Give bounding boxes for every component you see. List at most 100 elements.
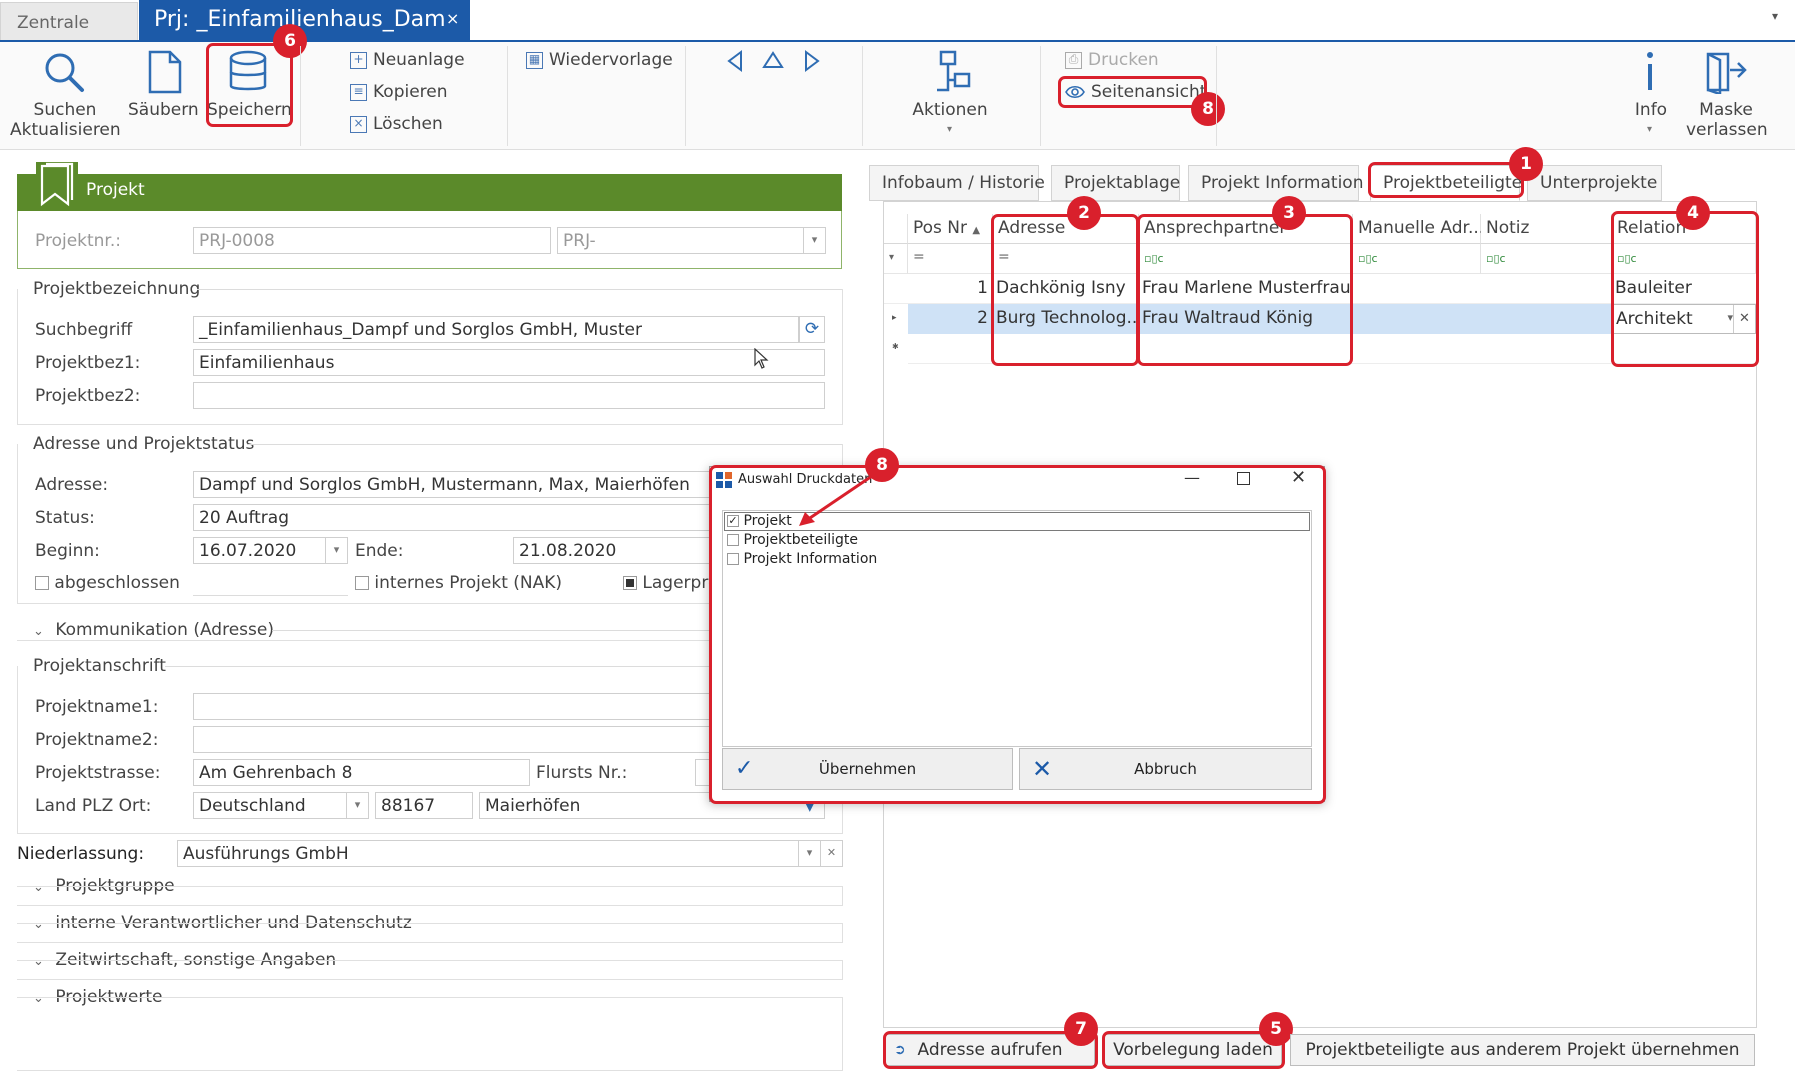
exit-mask-button[interactable]: Maske verlassen <box>1686 48 1768 144</box>
project-prefix-value: PRJ- <box>563 231 596 251</box>
completed-label: abgeschlossen <box>54 573 180 593</box>
annotation-badge-1: 1 <box>1509 147 1543 181</box>
project-name1-field[interactable] <box>193 693 713 720</box>
annotation-box-load-presets <box>1102 1031 1285 1069</box>
import-participants-button[interactable]: Projektbeteiligte aus anderem Projekt üb… <box>1290 1034 1755 1066</box>
project-name1-label: Projektname1: <box>35 697 159 717</box>
actions-button[interactable]: Aktionen ▾ <box>905 48 995 144</box>
end-date-label: Ende: <box>355 541 404 561</box>
checkbox-icon <box>355 576 369 590</box>
ribbon-separator <box>507 46 508 146</box>
zip-field[interactable]: 88167 <box>375 792 473 819</box>
ribbon-separator <box>1216 46 1217 146</box>
filter-pos[interactable]: = <box>908 244 993 274</box>
search-term-label: Suchbegriff <box>35 320 133 340</box>
start-date-label: Beginn: <box>35 541 100 561</box>
col-header-pos[interactable]: Pos Nr ▲ <box>908 214 993 244</box>
project-header-title: Projekt <box>86 180 145 200</box>
country-value: Deutschland <box>199 796 306 816</box>
print-button[interactable]: ⎙ Drucken <box>1065 50 1159 70</box>
field-underline <box>193 595 348 596</box>
project-desc2-label: Projektbez2: <box>35 386 141 406</box>
exit-mask-label-1: Maske <box>1699 100 1753 120</box>
print-label: Drucken <box>1088 50 1159 70</box>
filter-manuelle-adr[interactable]: ▫▯c <box>1353 244 1481 274</box>
col-header-notiz[interactable]: Notiz <box>1481 214 1612 244</box>
chevron-down-icon[interactable]: ▾ <box>803 228 825 253</box>
completed-checkbox[interactable]: abgeschlossen <box>35 573 180 593</box>
delete-icon: × <box>350 115 367 133</box>
checkbox-icon <box>35 576 49 590</box>
start-date-field[interactable]: 16.07.2020 ▾ <box>193 537 348 564</box>
new-button[interactable]: + Neuanlage <box>350 50 465 70</box>
status-field[interactable]: 20 Auftrag <box>193 504 713 531</box>
annotation-box-adresse <box>991 214 1139 366</box>
cell-pos: 2 <box>977 308 988 328</box>
project-name2-field[interactable] <box>193 726 713 753</box>
info-button[interactable]: Info ▾ <box>1628 48 1674 144</box>
annotation-badge-3: 3 <box>1272 196 1306 230</box>
project-street-field[interactable]: Am Gehrenbach 8 <box>193 759 530 786</box>
ribbon-separator <box>685 46 686 146</box>
search-icon <box>45 53 84 92</box>
tab-projektablage[interactable]: Projektablage <box>1051 165 1180 201</box>
search-term-field[interactable]: _Einfamilienhaus_Dampf und Sorglos GmbH,… <box>193 316 799 343</box>
end-date-field[interactable]: 21.08.2020 <box>513 537 713 564</box>
start-date-value: 16.07.2020 <box>199 541 297 561</box>
annotation-box-projektbeteiligte <box>1368 162 1524 198</box>
info-label: Info <box>1634 100 1668 120</box>
country-select[interactable]: Deutschland ▾ <box>193 792 369 819</box>
address-label: Adresse: <box>35 475 109 495</box>
chevron-down-icon[interactable]: ▾ <box>798 841 820 866</box>
actions-icon <box>937 50 971 92</box>
blank-page-icon <box>148 50 182 94</box>
search-button[interactable]: Suchen Aktualisieren <box>10 48 121 144</box>
refresh-button[interactable]: ⟳ <box>799 316 825 343</box>
annotation-box-save <box>206 43 293 127</box>
tab-projekt-information[interactable]: Projekt Information <box>1188 165 1363 201</box>
tab-infobaum[interactable]: Infobaum / Historie <box>869 165 1045 201</box>
chevron-down-icon[interactable]: ▾ <box>346 793 368 818</box>
storage-project-checkbox[interactable]: Lagerpro <box>623 573 718 593</box>
exit-icon <box>1706 52 1747 94</box>
filter-notiz[interactable]: ▫▯c <box>1481 244 1612 274</box>
copy-button[interactable]: ≡ Kopieren <box>350 82 448 102</box>
up-arrow-icon[interactable] <box>762 50 784 70</box>
grid-indicator-header <box>884 214 908 244</box>
col-header-pos-label: Pos Nr <box>913 218 968 238</box>
actions-label: Aktionen <box>912 100 988 120</box>
tab-menu-icon[interactable]: ▾ <box>1772 9 1778 23</box>
branch-select[interactable]: Ausführungs GmbH ▾ ✕ <box>177 840 843 867</box>
bookmark-icon <box>36 162 78 210</box>
country-zip-city-label: Land PLZ Ort: <box>35 796 152 816</box>
search-label: Suchen <box>33 100 97 120</box>
annotation-badge-5: 5 <box>1259 1012 1293 1046</box>
internal-project-checkbox[interactable]: internes Projekt (NAK) <box>355 573 562 593</box>
project-number-field[interactable]: PRJ-0008 <box>193 227 551 254</box>
project-prefix-select[interactable]: PRJ- ▾ <box>557 227 826 254</box>
close-tab-icon[interactable]: × <box>446 9 459 28</box>
calendar-icon: ▦ <box>526 51 543 69</box>
clear-button[interactable]: Säubern <box>128 48 199 144</box>
clear-icon[interactable]: ✕ <box>820 841 842 866</box>
project-name2-label: Projektname2: <box>35 730 159 750</box>
tab-zentrale[interactable]: Zentrale <box>0 2 138 41</box>
previous-arrow-icon[interactable] <box>725 50 745 72</box>
project-desc2-field[interactable] <box>193 382 825 409</box>
kommunikation-expander[interactable]: ⌄ Kommunikation (Adresse) <box>33 620 274 640</box>
delete-button[interactable]: × Löschen <box>350 114 443 134</box>
resubmission-button[interactable]: ▦ Wiedervorlage <box>526 50 673 70</box>
filter-row-icon: ▾ <box>884 244 908 274</box>
next-arrow-icon[interactable] <box>802 50 822 72</box>
annotation-box-page-preview <box>1058 76 1207 108</box>
resubmission-label: Wiedervorlage <box>549 50 673 70</box>
project-desc1-field[interactable]: Einfamilienhaus <box>193 349 825 376</box>
annotation-badge-7: 7 <box>1064 1012 1098 1046</box>
chevron-down-icon[interactable]: ▾ <box>325 538 347 563</box>
tab-unterprojekte[interactable]: Unterprojekte <box>1527 165 1662 201</box>
col-header-manuelle-adr[interactable]: Manuelle Adr... <box>1353 214 1484 244</box>
row-indicator-icon: ▸ <box>892 313 897 323</box>
address-field[interactable]: Dampf und Sorglos GmbH, Mustermann, Max,… <box>193 471 713 498</box>
printer-icon: ⎙ <box>1065 51 1082 69</box>
storage-project-label: Lagerpro <box>642 573 719 593</box>
